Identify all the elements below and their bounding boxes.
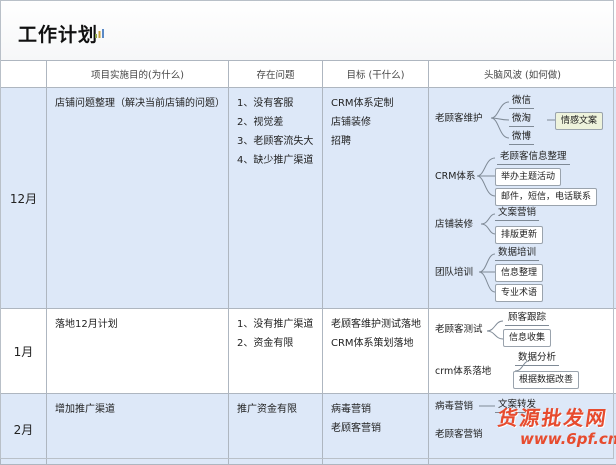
window-frame [0, 0, 614, 459]
